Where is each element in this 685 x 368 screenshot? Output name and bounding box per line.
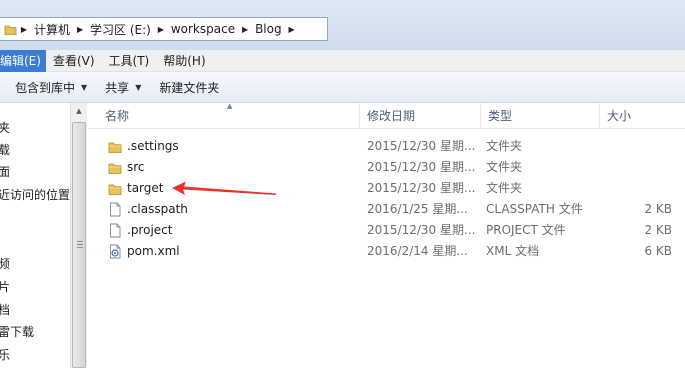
dropdown-arrow-icon: ▼ — [135, 82, 142, 92]
folder-icon — [108, 139, 122, 154]
file-row-target[interactable]: target 2015/12/30 星期... 文件夹 — [88, 178, 685, 199]
column-header-size[interactable]: 大小 — [600, 103, 685, 129]
breadcrumb-blog[interactable]: Blog ▶ — [252, 18, 299, 40]
nav-item-recent-places[interactable]: 近访问的位置 — [0, 186, 70, 203]
file-row-dot-settings[interactable]: .settings 2015/12/30 星期... 文件夹 — [88, 136, 685, 157]
file-size: 2 KB — [644, 202, 672, 216]
navigation-pane: 夹 载 面 近访问的位置 频 片 档 雷下载 乐 — [0, 103, 70, 368]
chevron-right-icon[interactable]: ▶ — [285, 25, 299, 34]
file-list: ▲ 名称 修改日期 类型 大小 .settings 2015/12/30 星期..… — [88, 102, 685, 368]
file-name: .classpath — [127, 202, 188, 216]
nav-item-music[interactable]: 乐 — [0, 346, 10, 363]
nav-item-desktop[interactable]: 面 — [0, 163, 10, 180]
chevron-right-icon[interactable]: ▶ — [73, 25, 87, 34]
breadcrumb-workspace[interactable]: workspace ▶ — [168, 18, 252, 40]
file-icon — [108, 223, 122, 238]
file-name: .project — [127, 223, 173, 237]
file-icon — [108, 202, 122, 217]
file-modified-date: 2015/12/30 星期... — [367, 160, 476, 174]
nav-item-documents[interactable]: 档 — [0, 301, 10, 318]
file-modified-date: 2015/12/30 星期... — [367, 139, 476, 153]
file-modified-date: 2015/12/30 星期... — [367, 181, 476, 195]
file-size — [607, 178, 672, 199]
nav-item-pictures[interactable]: 片 — [0, 278, 10, 295]
new-folder-button[interactable]: 新建文件夹 — [150, 75, 228, 99]
menu-tools[interactable]: 工具(T) — [102, 50, 157, 72]
dropdown-arrow-icon: ▼ — [81, 82, 88, 92]
nav-item-videos[interactable]: 频 — [0, 255, 10, 272]
file-size: 6 KB — [644, 244, 672, 258]
file-row-pom-xml[interactable]: pom.xml 2016/2/14 星期... XML 文档 6 KB — [88, 241, 685, 262]
menu-help[interactable]: 帮助(H) — [156, 50, 212, 72]
file-row-dot-classpath[interactable]: .classpath 2016/1/25 星期... CLASSPATH 文件 2 K… — [88, 199, 685, 220]
address-bar[interactable]: ▶ 计算机 ▶ 学习区 (E:) ▶ workspace ▶ Blog ▶ — [0, 17, 328, 41]
command-bar: 包含到库中 ▼ 共享 ▼ 新建文件夹 — [0, 72, 685, 103]
file-type: 文件夹 — [486, 139, 523, 153]
file-modified-date: 2016/1/25 星期... — [367, 202, 468, 216]
nav-item-thunder-downloads[interactable]: 雷下载 — [0, 323, 34, 340]
nav-item-downloads[interactable]: 载 — [0, 141, 10, 158]
file-type: 文件夹 — [486, 181, 523, 195]
address-bar-area: ▶ 计算机 ▶ 学习区 (E:) ▶ workspace ▶ Blog ▶ — [0, 0, 685, 50]
column-header-type[interactable]: 类型 — [481, 103, 600, 129]
chevron-right-icon: ▶ — [20, 24, 28, 34]
column-header-row: ▲ 名称 修改日期 类型 大小 — [88, 102, 685, 129]
column-header-name[interactable]: 名称 — [98, 103, 360, 129]
nav-item-favorites[interactable]: 夹 — [0, 119, 10, 136]
xml-file-icon — [108, 244, 122, 259]
menu-view[interactable]: 查看(V) — [46, 50, 102, 72]
file-type: 文件夹 — [486, 160, 523, 174]
file-type: CLASSPATH 文件 — [486, 202, 583, 216]
file-modified-date: 2016/2/14 星期... — [367, 244, 468, 258]
file-name: .settings — [127, 139, 179, 153]
file-name: src — [127, 160, 145, 174]
breadcrumb-drive[interactable]: 学习区 (E:) ▶ — [87, 18, 168, 40]
file-modified-date: 2015/12/30 星期... — [367, 223, 476, 237]
file-row-src[interactable]: src 2015/12/30 星期... 文件夹 — [88, 157, 685, 178]
file-row-dot-project[interactable]: .project 2015/12/30 星期... PROJECT 文件 2 KB — [88, 220, 685, 241]
scroll-up-icon[interactable]: ▲ — [71, 103, 87, 120]
folder-icon — [108, 181, 122, 196]
chevron-right-icon[interactable]: ▶ — [154, 25, 168, 34]
share-button[interactable]: 共享 ▼ — [96, 75, 150, 99]
folder-icon — [108, 160, 122, 175]
chevron-right-icon[interactable]: ▶ — [238, 25, 252, 34]
menu-bar: 编辑(E) 查看(V) 工具(T) 帮助(H) — [0, 49, 685, 72]
file-name: target — [127, 181, 164, 195]
breadcrumb-computer[interactable]: 计算机 ▶ — [31, 18, 87, 40]
include-in-library-button[interactable]: 包含到库中 ▼ — [6, 75, 96, 99]
breadcrumb-root-arrow[interactable]: ▶ — [17, 18, 31, 40]
file-size — [607, 157, 672, 178]
file-name: pom.xml — [127, 244, 180, 258]
nav-scrollbar[interactable]: ▲ — [70, 103, 87, 368]
scrollbar-thumb[interactable] — [72, 122, 86, 368]
file-type: XML 文档 — [486, 244, 540, 258]
file-size — [607, 136, 672, 157]
column-header-date[interactable]: 修改日期 — [360, 103, 481, 129]
folder-icon — [4, 25, 17, 35]
file-type: PROJECT 文件 — [486, 223, 566, 237]
menu-edit[interactable]: 编辑(E) — [0, 49, 46, 72]
file-size: 2 KB — [644, 223, 672, 237]
